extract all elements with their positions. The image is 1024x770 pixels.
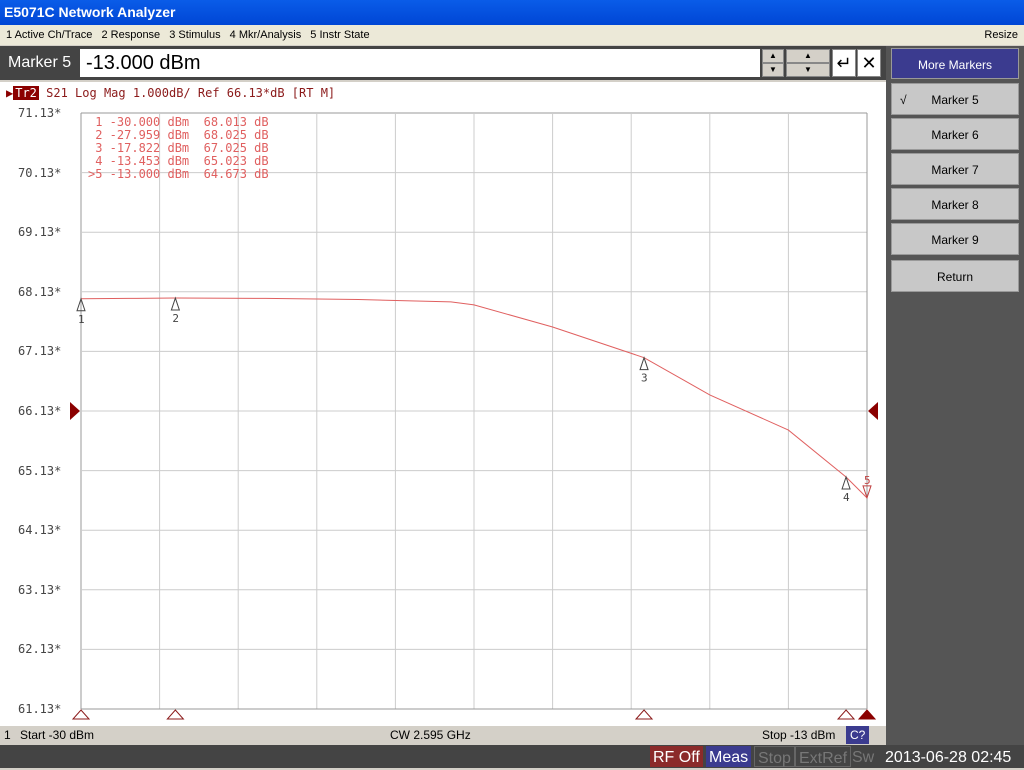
ref-level-right-icon — [868, 402, 878, 420]
menu-response[interactable]: 2 Response — [101, 29, 160, 41]
stop-value: Stop -13 dBm — [762, 728, 836, 742]
y-tick-label: 67.13* — [18, 344, 62, 359]
marker-label: 3 — [641, 372, 648, 385]
softkey-label: Marker 8 — [931, 198, 979, 212]
y-tick-label: 65.13* — [18, 463, 62, 478]
stop-status: Stop — [754, 746, 795, 767]
marker-label: 5 — [864, 474, 871, 487]
softkey-marker-5[interactable]: √ Marker 5 — [891, 83, 1019, 115]
close-icon[interactable]: ✕ — [857, 49, 881, 77]
y-tick-label: 70.13* — [18, 165, 62, 180]
softkey-label: Marker 5 — [931, 93, 979, 107]
softkey-label: Marker 6 — [931, 128, 979, 142]
clock: 2013-06-28 02:45 — [885, 749, 1012, 766]
window-title: E5071C Network Analyzer — [0, 0, 1024, 25]
marker-label: 2 — [172, 312, 179, 325]
menu-active-ch[interactable]: 1 Active Ch/Trace — [6, 29, 92, 41]
start-value: Start -30 dBm — [20, 728, 95, 742]
marker-stimulus-icon — [634, 709, 654, 720]
marker-table: 1 -30.000 dBm 68.013 dB 2 -27.959 dBm 68… — [88, 116, 269, 181]
softkey-label: Marker 7 — [931, 163, 979, 177]
check-icon: √ — [900, 93, 907, 107]
softkey-marker-8[interactable]: Marker 8 — [891, 188, 1019, 220]
resize-button[interactable]: Resize — [984, 25, 1018, 45]
y-tick-label: 64.13* — [18, 523, 62, 538]
menu-bar: 1 Active Ch/Trace 2 Response 3 Stimulus … — [0, 25, 1024, 45]
trace-desc: S21 Log Mag 1.000dB/ Ref 66.13*dB [RT M] — [46, 86, 336, 100]
spin-up-button[interactable]: ▲ — [762, 49, 784, 63]
marker-stimulus-icon — [836, 709, 856, 720]
y-tick-label: 69.13* — [18, 225, 62, 240]
y-tick-label: 62.13* — [18, 642, 62, 657]
entry-value-input[interactable]: -13.000 dBm — [80, 49, 760, 77]
rf-status: RF Off — [650, 746, 703, 767]
y-tick-label: 66.13* — [18, 404, 62, 418]
softkey-marker-6[interactable]: Marker 6 — [891, 118, 1019, 150]
softkey-label: Marker 9 — [931, 233, 979, 247]
menu-stimulus[interactable]: 3 Stimulus — [169, 29, 220, 41]
plot-area: 1 2 3 4 5 ▶ Tr2 S21 Log Mag 1.000dB/ Ref 66.1… — [0, 82, 886, 726]
meas-status: Meas — [706, 746, 752, 767]
trace-id[interactable]: Tr2 — [13, 86, 39, 100]
softkey-return[interactable]: Return — [891, 260, 1019, 292]
softkey-more-markers[interactable]: More Markers — [891, 48, 1019, 79]
channel-number: 1 — [4, 728, 11, 742]
marker-4-icon — [841, 475, 851, 490]
spin-down-button[interactable]: ▼ — [762, 63, 784, 77]
entry-label: Marker 5 — [8, 54, 72, 71]
ref-level-left-icon — [70, 402, 80, 420]
y-tick-label: 63.13* — [18, 582, 62, 597]
y-tick-label: 71.13* — [18, 106, 62, 120]
extref-status: ExtRef — [795, 746, 852, 767]
y-tick-label: 61.13* — [18, 702, 62, 716]
enter-icon[interactable]: ↵ — [832, 49, 856, 77]
softkey-label: Return — [936, 270, 974, 284]
softkey-marker-9[interactable]: Marker 9 — [891, 223, 1019, 255]
marker-label: 4 — [843, 491, 850, 504]
marker-stimulus-icon — [71, 709, 91, 720]
marker-row: >5 -13.000 dBm 64.673 dB — [88, 167, 269, 181]
status-bar: RF Off Meas Stop ExtRef Sw 2013-06-28 02… — [0, 745, 1024, 768]
sw-status: Sw — [852, 749, 875, 766]
step-down-button[interactable]: ▼ — [786, 63, 830, 77]
trace-title: ▶ Tr2 S21 Log Mag 1.000dB/ Ref 66.13*dB [… — [6, 86, 335, 100]
marker-label: 1 — [78, 313, 85, 326]
step-up-button[interactable]: ▲ — [786, 49, 830, 63]
entry-bar: Marker 5 -13.000 dBm ▲ ▼ ▲ ▼ ↵ ✕ — [0, 46, 886, 80]
cw-value: CW 2.595 GHz — [390, 728, 471, 742]
menu-mkr-analysis[interactable]: 4 Mkr/Analysis — [230, 29, 302, 41]
softkey-marker-7[interactable]: Marker 7 — [891, 153, 1019, 185]
menu-instr-state[interactable]: 5 Instr State — [310, 29, 369, 41]
marker-stimulus-icon — [166, 709, 185, 720]
cal-status: C? — [846, 726, 870, 744]
softkey-panel: More Markers √ Marker 5 Marker 6 Marker 7 Ma… — [886, 46, 1024, 745]
footer: 1 Start -30 dBm CW 2.595 GHz Stop -13 dB… — [0, 726, 886, 744]
y-tick-label: 68.13* — [18, 284, 62, 299]
marker-stimulus-icon — [857, 709, 877, 720]
marker-2-icon — [170, 296, 181, 311]
